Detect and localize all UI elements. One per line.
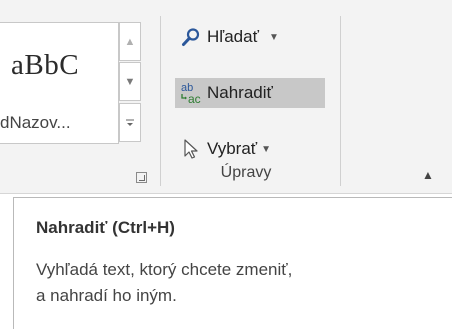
replace-label: Nahradiť [207, 83, 273, 102]
group-separator [160, 16, 161, 186]
more-dropdown-icon [126, 119, 134, 126]
replace-button[interactable]: ab ac Nahradiť [175, 78, 325, 108]
chevron-down-icon: ▼ [268, 31, 279, 43]
gallery-scroll-up-button[interactable]: ▲ [119, 22, 141, 61]
ribbon: aBbC dNazov... ▲ ▼ Hľadať ▼ ab ac Nahrad… [0, 0, 452, 194]
style-preview[interactable]: aBbC [11, 49, 79, 82]
find-button[interactable]: Hľadať ▼ [175, 22, 285, 52]
styles-gallery[interactable]: aBbC dNazov... [0, 22, 119, 144]
collapse-ribbon-button[interactable]: ▲ [422, 168, 434, 182]
tooltip-description-line: a nahradí ho iným. [36, 286, 177, 305]
tooltip-title: Nahradiť (Ctrl+H) [36, 218, 175, 237]
ab-ac-replace-icon: ab ac [179, 81, 203, 105]
chevron-down-icon: ▼ [124, 75, 136, 88]
gallery-scroll-down-button[interactable]: ▼ [119, 62, 141, 101]
replace-tooltip: Nahradiť (Ctrl+H) Vyhľadá text, ktorý ch… [13, 197, 452, 329]
style-name[interactable]: dNazov... [0, 113, 71, 133]
group-separator [340, 16, 341, 186]
chevron-up-icon: ▲ [124, 35, 136, 48]
select-label: Vybrať [207, 139, 258, 158]
editing-group-label: Úpravy [220, 164, 272, 181]
select-button[interactable]: Vybrať ▼ [175, 134, 277, 164]
chevron-down-icon: ▼ [261, 143, 272, 155]
svg-text:ac: ac [188, 92, 201, 105]
tooltip-description: Vyhľadá text, ktorý chcete zmeniť, a nah… [36, 257, 292, 309]
gallery-more-button[interactable] [119, 103, 141, 142]
cursor-arrow-icon [179, 137, 203, 161]
tooltip-description-line: Vyhľadá text, ktorý chcete zmeniť, [36, 260, 293, 279]
chevron-up-icon: ▲ [422, 168, 434, 182]
magnifier-icon [179, 25, 203, 49]
styles-dialog-launcher[interactable] [136, 172, 147, 183]
find-label: Hľadať [207, 27, 259, 46]
